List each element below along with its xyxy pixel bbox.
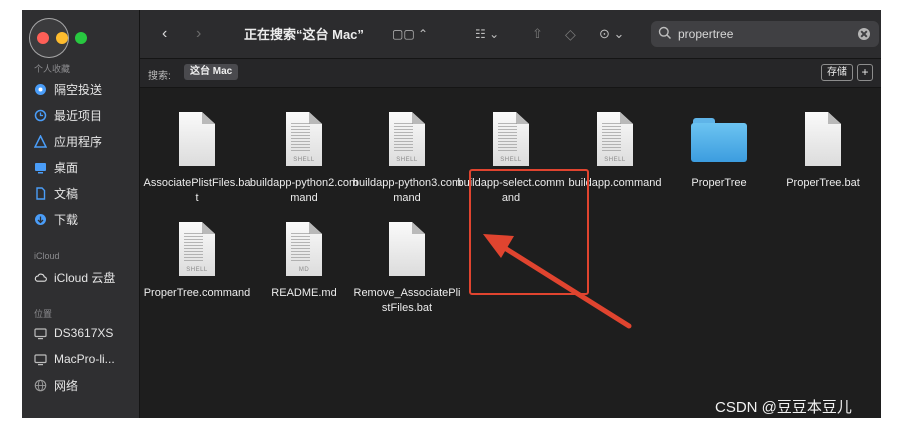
annotation-arrow xyxy=(483,234,632,329)
finder-window: 个人收藏 隔空投送 最近项目 应用程序 桌面 文稿 下载 iCloud iClo… xyxy=(22,10,881,418)
watermark: CSDN @豆豆本豆儿 xyxy=(715,399,852,416)
